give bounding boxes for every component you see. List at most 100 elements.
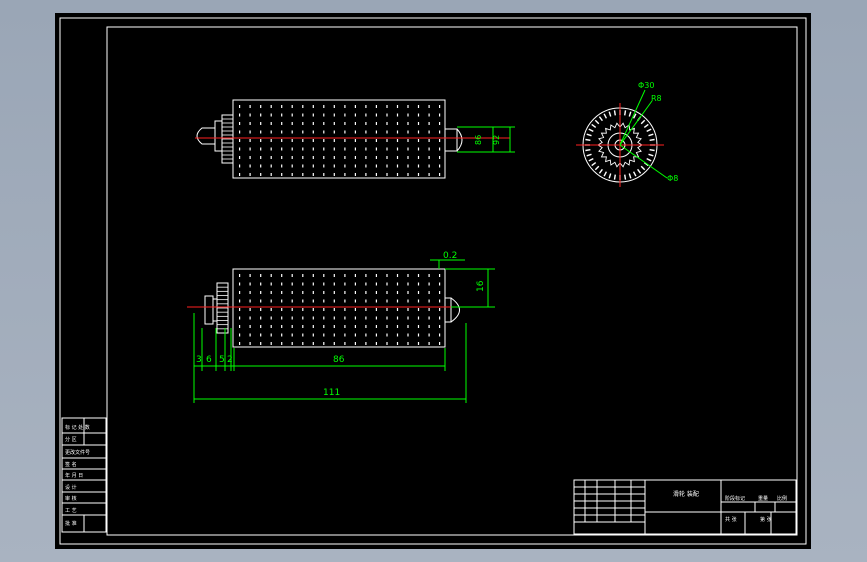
bristle-dot bbox=[260, 282, 262, 286]
left-row-0: 标 记 处 数 bbox=[65, 424, 90, 431]
bristle-dot bbox=[333, 342, 335, 345]
bristle-dot bbox=[344, 291, 346, 294]
bristle-dot bbox=[291, 316, 293, 320]
bristle-dot bbox=[386, 164, 388, 168]
bristle-dot bbox=[396, 308, 399, 311]
bristle-dot bbox=[249, 173, 251, 176]
left-row-2: 更改文件号 bbox=[65, 449, 90, 456]
bristle-dot bbox=[344, 342, 346, 345]
bristle-dot bbox=[396, 282, 399, 286]
title-block bbox=[573, 479, 797, 535]
bristle-dot bbox=[302, 316, 304, 320]
bristle-dot bbox=[407, 274, 409, 277]
bristle-dot bbox=[344, 130, 346, 134]
bristle-dot bbox=[428, 333, 430, 337]
bristle-dot bbox=[239, 156, 241, 159]
bristle-dot bbox=[407, 156, 409, 159]
bristle-dot bbox=[407, 325, 409, 328]
ring-bristle bbox=[603, 171, 608, 177]
bristle-dot bbox=[396, 325, 399, 328]
bristle-dot bbox=[302, 282, 304, 286]
ring-bristle bbox=[648, 153, 654, 157]
bristle-dot bbox=[344, 147, 346, 151]
bristle-dot bbox=[270, 308, 272, 311]
bristle-dot bbox=[333, 156, 335, 159]
bristle-dot bbox=[354, 130, 356, 134]
bristle-dot bbox=[260, 105, 262, 108]
bristle-dot bbox=[239, 122, 241, 125]
bristle-dot bbox=[333, 147, 335, 151]
bristle-dot bbox=[333, 333, 335, 337]
bristle-dot bbox=[417, 113, 420, 117]
bristle-dot bbox=[281, 173, 283, 176]
bristle-dot bbox=[439, 308, 441, 311]
ring-bristle bbox=[637, 168, 642, 174]
ring-bristle bbox=[585, 149, 591, 152]
bristle-dot bbox=[417, 291, 420, 294]
ring-bristle bbox=[640, 165, 646, 171]
bristle-dot bbox=[249, 156, 251, 159]
bristle-dot bbox=[291, 122, 293, 125]
bristle-dot bbox=[281, 113, 283, 117]
bristle-dot bbox=[407, 122, 409, 125]
bristle-dot bbox=[428, 308, 430, 311]
front-right-knob bbox=[450, 297, 460, 323]
bristle-dot bbox=[333, 325, 335, 328]
ring-bristle bbox=[591, 123, 597, 128]
dim-0-2: 0.2 bbox=[443, 251, 457, 261]
bristle-dot bbox=[323, 291, 325, 294]
bristle-dot bbox=[386, 333, 388, 337]
ring-bristle bbox=[649, 138, 655, 141]
bristle-dot bbox=[344, 156, 346, 159]
left-row-3: 签 名 bbox=[65, 461, 77, 468]
bristle-dot bbox=[312, 122, 314, 125]
bristle-dot bbox=[312, 173, 314, 176]
bristle-dot bbox=[439, 333, 441, 337]
bristle-dot bbox=[260, 122, 262, 125]
bristle-dot bbox=[396, 156, 399, 159]
bristle-dot bbox=[239, 113, 241, 117]
bristle-dot bbox=[239, 291, 241, 294]
bristle-dot bbox=[270, 173, 272, 176]
bristle-dot bbox=[417, 173, 420, 176]
bristle-dot bbox=[344, 274, 346, 277]
bristle-dot bbox=[375, 173, 377, 176]
bristle-dot bbox=[365, 113, 367, 117]
bristle-dot bbox=[417, 274, 420, 277]
bristle-dot bbox=[323, 113, 325, 117]
bristle-dot bbox=[333, 173, 335, 176]
bristle-dot bbox=[312, 164, 314, 168]
bristle-dot bbox=[312, 342, 314, 345]
bristle-dot bbox=[323, 130, 325, 134]
bristle-dot bbox=[291, 342, 293, 345]
bristle-dot bbox=[428, 164, 430, 168]
ring-bristle bbox=[588, 128, 594, 133]
left-row-5: 设 计 bbox=[65, 484, 77, 491]
bristle-dot bbox=[260, 156, 262, 159]
bristle-dot bbox=[396, 113, 399, 117]
left-row-8: 批 准 bbox=[65, 520, 77, 527]
bristle-dot bbox=[323, 156, 325, 159]
ring-bristle bbox=[586, 133, 592, 137]
bristle-dot bbox=[375, 274, 377, 277]
bristle-dot bbox=[323, 333, 325, 337]
bristle-dot bbox=[439, 316, 441, 320]
front-left-gear bbox=[216, 282, 229, 334]
bristle-dot bbox=[260, 316, 262, 320]
bristle-dot bbox=[396, 333, 399, 337]
bristle-dot bbox=[333, 299, 335, 303]
bristle-dot bbox=[312, 299, 314, 303]
label-phi30: Φ30 bbox=[638, 81, 654, 90]
bristle-dot bbox=[323, 282, 325, 286]
bristle-dot bbox=[439, 139, 441, 142]
bristle-dot bbox=[417, 130, 420, 134]
bristle-dot bbox=[291, 274, 293, 277]
bristle-dot bbox=[323, 173, 325, 176]
bristle-dot bbox=[439, 173, 441, 176]
bristle-dot bbox=[354, 308, 356, 311]
top-view: 86 92 bbox=[195, 99, 515, 179]
bristle-dot bbox=[249, 308, 251, 311]
bristle-dot bbox=[386, 342, 388, 345]
bristle-dot bbox=[396, 299, 399, 303]
outer-frame bbox=[59, 17, 807, 545]
